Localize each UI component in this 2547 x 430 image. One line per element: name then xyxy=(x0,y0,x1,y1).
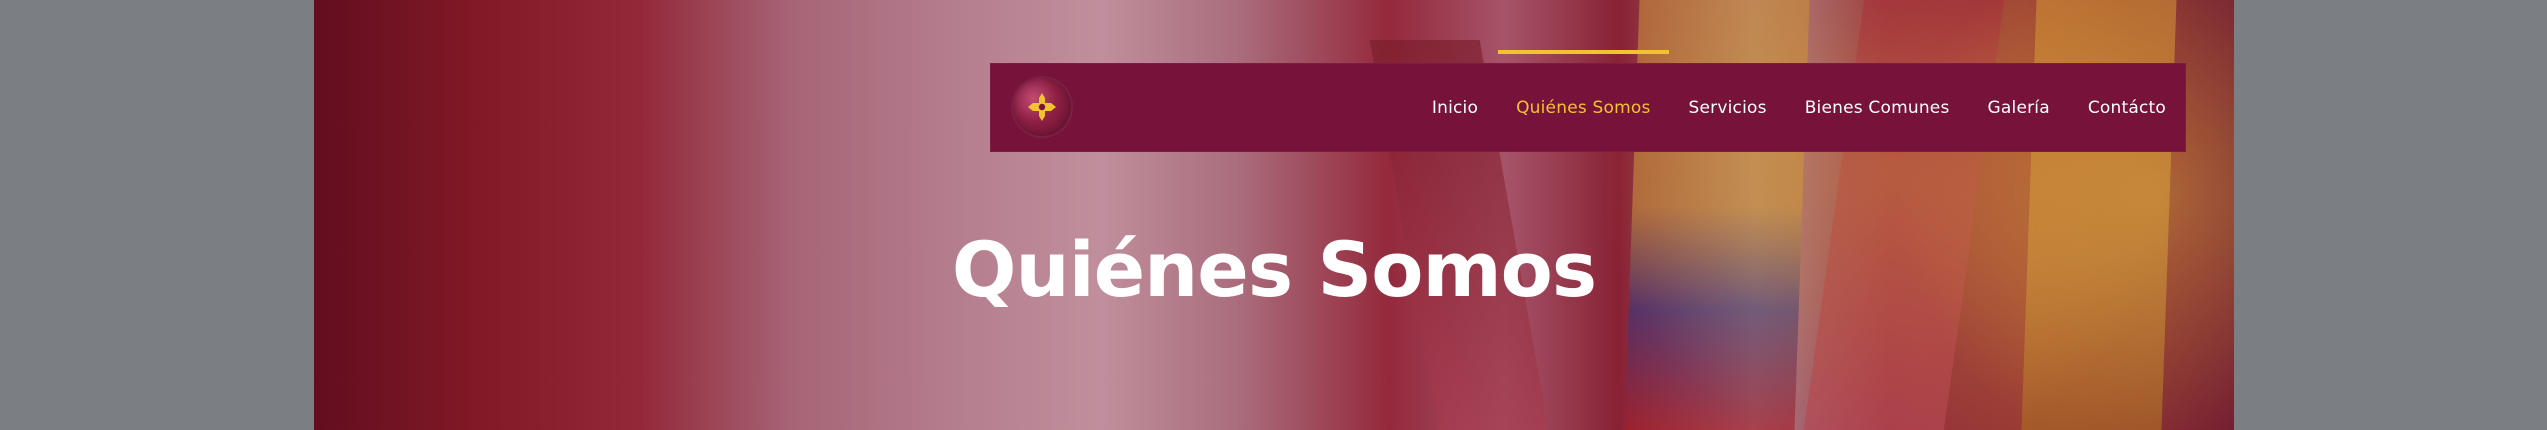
page-title: Quiénes Somos xyxy=(951,225,1597,314)
nav-contacto[interactable]: Contácto xyxy=(2088,98,2166,118)
nav-servicios[interactable]: Servicios xyxy=(1689,98,1767,118)
main-navigation: Inicio Quiénes Somos Servicios Bienes Co… xyxy=(1432,49,2166,152)
nav-bienes-comunes[interactable]: Bienes Comunes xyxy=(1805,98,1950,118)
nav-quienes-somos[interactable]: Quiénes Somos xyxy=(1498,49,1670,118)
hero-banner: Inicio Quiénes Somos Servicios Bienes Co… xyxy=(314,0,2234,430)
nav-inicio[interactable]: Inicio xyxy=(1432,98,1478,118)
page: Inicio Quiénes Somos Servicios Bienes Co… xyxy=(0,0,2547,430)
navbar: Inicio Quiénes Somos Servicios Bienes Co… xyxy=(990,49,2186,152)
cross-emblem-icon xyxy=(1028,93,1056,121)
nav-galeria[interactable]: Galería xyxy=(1988,98,2050,118)
site-logo[interactable] xyxy=(1013,78,1071,136)
